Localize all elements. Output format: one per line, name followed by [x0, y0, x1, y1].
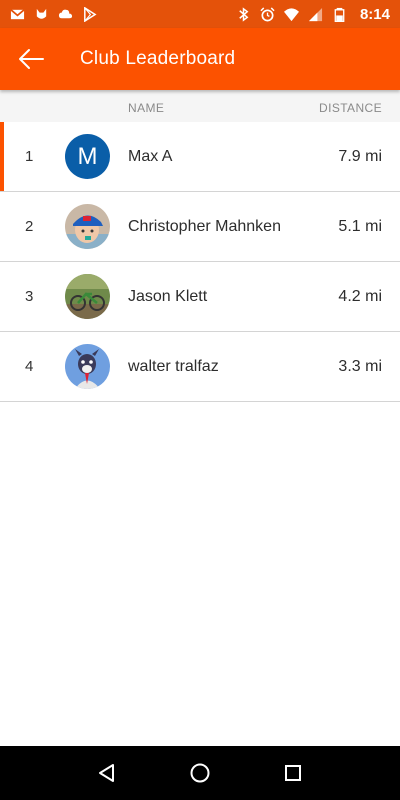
- athlete-name: Max A: [128, 147, 173, 165]
- athlete-name: walter tralfaz: [128, 357, 219, 375]
- home-circle-icon: [190, 763, 210, 783]
- leaderboard-row[interactable]: 1 M Max A 7.9 mi: [0, 122, 400, 192]
- alarm-icon: [260, 6, 275, 21]
- nav-home-button[interactable]: [180, 753, 220, 793]
- avatar[interactable]: [65, 274, 110, 319]
- column-header: NAME DISTANCE: [0, 90, 400, 122]
- cat-notification-icon: [36, 8, 47, 19]
- nav-recents-button[interactable]: [273, 753, 313, 793]
- signal-icon: [308, 7, 323, 21]
- rank-number: 2: [25, 218, 34, 235]
- cloud-icon: [58, 9, 73, 18]
- system-nav-bar: [0, 746, 400, 800]
- avatar-letter: M: [77, 142, 98, 170]
- status-left-icons: [10, 6, 97, 22]
- avatar-photo-icon: [65, 204, 110, 249]
- athlete-distance: 7.9 mi: [338, 147, 382, 165]
- leaderboard-row[interactable]: 4 walter tralfaz 3.3 mi: [0, 332, 400, 402]
- avatar-photo-icon: [65, 274, 110, 319]
- athlete-distance: 5.1 mi: [338, 217, 382, 235]
- rank-number: 3: [25, 288, 34, 305]
- status-bar: 8:14: [0, 0, 400, 28]
- avatar[interactable]: [65, 204, 110, 249]
- back-button[interactable]: [0, 28, 62, 90]
- athlete-distance: 3.3 mi: [338, 357, 382, 375]
- leaderboard-list: 1 M Max A 7.9 mi 2 Christopher Mahnken 5…: [0, 122, 400, 402]
- page-title: Club Leaderboard: [80, 48, 236, 69]
- status-time: 8:14: [359, 5, 390, 23]
- rank-number: 4: [25, 358, 34, 375]
- athlete-name: Christopher Mahnken: [128, 217, 281, 235]
- avatar[interactable]: [65, 344, 110, 389]
- nav-back-button[interactable]: [87, 753, 127, 793]
- battery-icon: [334, 7, 345, 22]
- bluetooth-icon: [239, 6, 249, 22]
- rank-number: 1: [25, 148, 34, 165]
- leaderboard-row[interactable]: 2 Christopher Mahnken 5.1 mi: [0, 192, 400, 262]
- athlete-name: Jason Klett: [128, 287, 208, 305]
- back-triangle-icon: [98, 764, 114, 782]
- status-right-icons: 8:14: [236, 6, 390, 23]
- arrow-left-icon: [19, 49, 44, 69]
- gmail-icon: [10, 8, 25, 19]
- app-bar: Club Leaderboard: [0, 28, 400, 90]
- wifi-icon: [283, 7, 299, 21]
- recents-square-icon: [285, 765, 302, 781]
- avatar-photo-icon: [65, 344, 110, 389]
- column-header-name: NAME: [128, 101, 165, 115]
- play-store-icon: [84, 6, 97, 22]
- avatar[interactable]: M: [65, 134, 110, 179]
- leaderboard-row[interactable]: 3 Jason Klett 4.2 mi: [0, 262, 400, 332]
- column-header-distance: DISTANCE: [319, 101, 382, 115]
- athlete-distance: 4.2 mi: [338, 287, 382, 305]
